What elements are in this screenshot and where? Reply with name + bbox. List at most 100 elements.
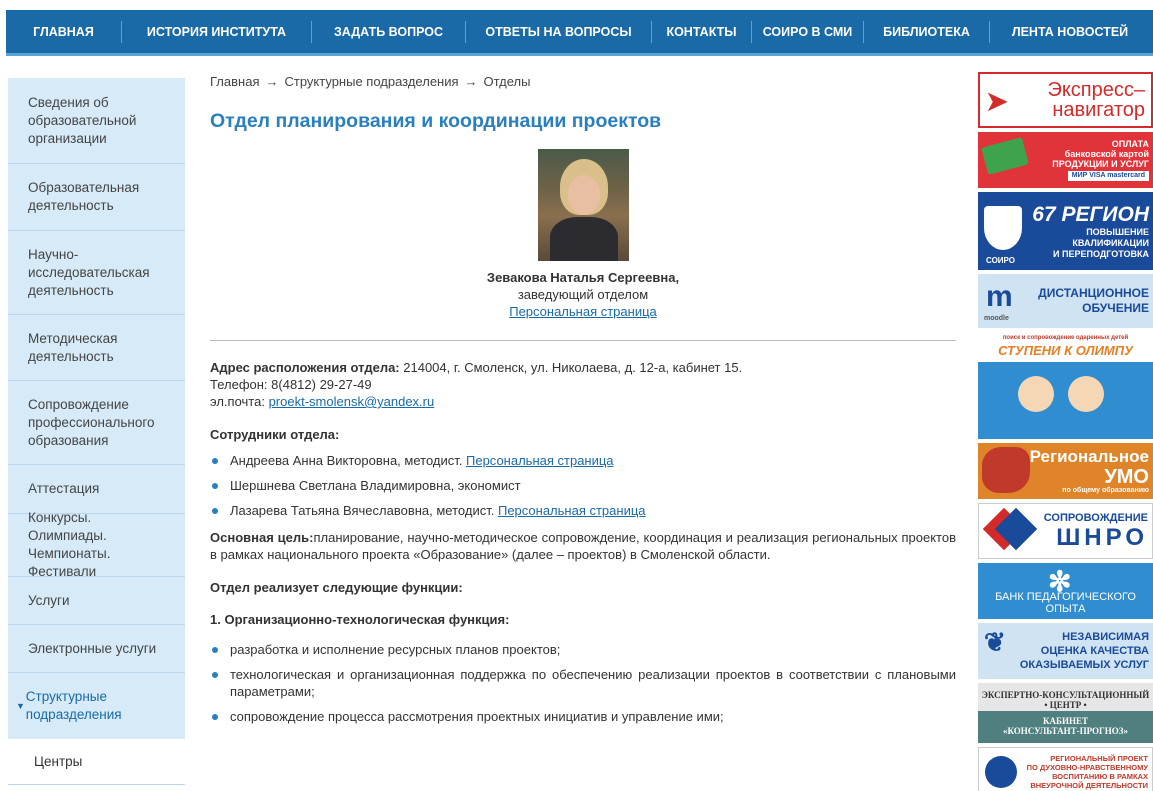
bank-card-icon: [981, 137, 1029, 175]
staff-member-text: Шершнева Светлана Владимировна, экономис…: [230, 478, 521, 493]
head-position: заведующий отделом: [517, 287, 649, 302]
main-content: Главная → Структурные подразделения → Отделы…: [210, 72, 956, 733]
banner-text: ОБУЧЕНИЕ: [1082, 301, 1149, 315]
banner-text: ЭКСПЕРТНО-КОНСУЛЬТАЦИОННЫЙ: [981, 690, 1150, 700]
banner-text: КАБИНЕТ: [1043, 716, 1088, 726]
shield-icon: [984, 206, 1022, 250]
banner-pedagogical-bank[interactable]: ✼ БАНК ПЕДАГОГИЧЕСКОГО ОПЫТА: [978, 563, 1153, 619]
sidebar-item-prof-support[interactable]: Сопровождение профессионального образова…: [8, 381, 185, 465]
banner-text: СТУПЕНИ К ОЛИМПУ: [998, 343, 1133, 358]
goal-paragraph: Основная цель:планирование, научно-метод…: [210, 529, 956, 563]
sidebar-item-attestation[interactable]: Аттестация: [8, 465, 185, 514]
banner-67-region[interactable]: 67 РЕГИОН ПОВЫШЕНИЕ КВАЛИФИКАЦИИ И ПЕРЕП…: [978, 192, 1153, 270]
address-label: Адрес расположения отдела:: [210, 360, 400, 375]
head-name: Зевакова Наталья Сергеевна,: [486, 270, 680, 285]
page-title: Отдел планирования и координации проекто…: [210, 110, 662, 132]
sidebar-subitem-label: Центры: [34, 754, 83, 769]
sidebar-item-research[interactable]: Научно-исследовательская деятельность: [8, 231, 185, 315]
nav-library[interactable]: БИБЛИОТЕКА: [864, 20, 990, 43]
banner-text: moodle: [984, 315, 1009, 322]
divider: [210, 340, 956, 341]
sidebar-item-e-services[interactable]: Электронные услуги: [8, 625, 185, 673]
banner-text: ОКАЗЫВАЕМЫХ УСЛУГ: [1019, 659, 1149, 671]
sidebar-item-services[interactable]: Услуги: [8, 577, 185, 625]
banner-text: 67 РЕГИОН: [1032, 202, 1149, 226]
moodle-icon: m: [986, 280, 1013, 313]
banner-text: И ПЕРЕПОДГОТОВКА: [1053, 248, 1149, 259]
banner-text: «КОНСУЛЬТАНТ-ПРОГНОЗ»: [1002, 726, 1129, 736]
nav-ask-question[interactable]: ЗАДАТЬ ВОПРОС: [312, 20, 466, 43]
head-personal-page-link[interactable]: Персональная страница: [509, 304, 657, 319]
staff-list: Андреева Анна Викторовна, методист. Перс…: [210, 452, 956, 519]
banner-express-navigator[interactable]: ➤ Экспресс– навигатор: [978, 72, 1153, 128]
map-icon: [982, 447, 1030, 493]
child-icon: [1018, 376, 1054, 412]
list-item: Андреева Анна Викторовна, методист. Перс…: [210, 452, 956, 469]
banner-text: Экспресс–: [1047, 79, 1145, 101]
staff-personal-page-link[interactable]: Персональная страница: [498, 503, 646, 518]
staff-personal-page-link[interactable]: Персональная страница: [466, 453, 614, 468]
nav-home[interactable]: ГЛАВНАЯ: [6, 20, 122, 43]
breadcrumb-separator: →: [265, 74, 279, 89]
banner-text: СОПРОВОЖДЕНИЕ: [1043, 512, 1148, 524]
email-label: эл.почта:: [210, 394, 269, 409]
banner-text: ПРОДУКЦИИ И УСЛУГ: [1052, 159, 1149, 169]
sidebar-item-label: Конкурсы. Олимпиады. Чемпионаты. Фестива…: [28, 510, 111, 579]
nav-contacts[interactable]: КОНТАКТЫ: [652, 20, 752, 43]
banner-text: НЕЗАВИСИМАЯ: [1062, 631, 1149, 643]
sidebar-item-education[interactable]: Образовательная деятельность: [8, 164, 185, 231]
banner-consulting-center[interactable]: ЭКСПЕРТНО-КОНСУЛЬТАЦИОННЫЙ • ЦЕНТР • КАБ…: [978, 683, 1153, 743]
banner-text: поиск и сопровождение одаренных детей: [1002, 335, 1129, 341]
sidebar-item-contests[interactable]: Конкурсы. Олимпиады. Чемпионаты. Фестива…: [8, 510, 185, 579]
list-item: Шершнева Светлана Владимировна, экономис…: [210, 477, 956, 494]
email-line: эл.почта: proekt-smolensk@yandex.ru: [210, 393, 956, 410]
top-navigation: ГЛАВНАЯ ИСТОРИЯ ИНСТИТУТА ЗАДАТЬ ВОПРОС …: [6, 10, 1153, 56]
nav-news-feed[interactable]: ЛЕНТА НОВОСТЕЙ: [990, 21, 1150, 43]
banner-text: по общему образованию: [1062, 487, 1149, 494]
nav-media[interactable]: СОИРО В СМИ: [752, 20, 864, 43]
banner-card-payment[interactable]: ОПЛАТА банковской картой ПРОДУКЦИИ И УСЛ…: [978, 132, 1153, 188]
staff-member-text: Лазарева Татьяна Вячеславовна, методист.: [230, 503, 495, 518]
banner-text: • ЦЕНТР •: [1044, 700, 1087, 710]
nav-history[interactable]: ИСТОРИЯ ИНСТИТУТА: [122, 20, 312, 43]
functions-heading: Отдел реализует следующие функции:: [210, 580, 463, 595]
child-icon: [1068, 376, 1104, 412]
function-text: разработка и исполнение ресурсных планов…: [230, 642, 561, 657]
banner-distance-learning[interactable]: m ДИСТАНЦИОННОЕ ОБУЧЕНИЕ moodle: [978, 274, 1153, 328]
head-photo: [537, 149, 629, 261]
nav-answers[interactable]: ОТВЕТЫ НА ВОПРОСЫ: [466, 20, 652, 43]
banner-text: ШНРО: [1056, 524, 1148, 551]
email-link[interactable]: proekt-smolensk@yandex.ru: [269, 394, 435, 409]
list-item: сопровождение процесса рассмотрения прое…: [210, 708, 956, 725]
banner-regional-umo[interactable]: Региональное УМО по общему образованию: [978, 443, 1153, 499]
arrow-icon: ➤: [986, 86, 1008, 116]
banner-shnro-support[interactable]: СОПРОВОЖДЕНИЕ ШНРО: [978, 503, 1153, 559]
sidebar-menu: Сведения об образовательной организации …: [8, 78, 185, 791]
sidebar-subitem-centers[interactable]: Центры: [8, 739, 185, 785]
functions-subheading: 1. Организационно-технологическая функци…: [210, 612, 510, 627]
banner-column: ➤ Экспресс– навигатор ОПЛАТА банковской …: [978, 72, 1153, 791]
breadcrumb-divisions[interactable]: Структурные подразделения: [284, 74, 458, 89]
banner-steps-to-olympus[interactable]: поиск и сопровождение одаренных детей СТ…: [978, 332, 1153, 439]
banner-text: навигатор: [1052, 99, 1145, 121]
sidebar-item-label: Сведения об образовательной организации: [28, 94, 137, 146]
list-item: Лазарева Татьяна Вячеславовна, методист.…: [210, 502, 956, 519]
address-line: Адрес расположения отдела: 214004, г. См…: [210, 359, 956, 376]
breadcrumb: Главная → Структурные подразделения → Отделы: [210, 72, 956, 92]
banner-text: ВОСПИТАНИЮ В РАМКАХ: [1052, 772, 1148, 781]
sidebar-item-methodical[interactable]: Методическая деятельность: [8, 315, 185, 381]
breadcrumb-current: Отделы: [483, 74, 531, 89]
functions-list: разработка и исполнение ресурсных планов…: [210, 641, 956, 725]
list-item: разработка и исполнение ресурсных планов…: [210, 641, 956, 658]
breadcrumb-separator: →: [464, 74, 478, 89]
banner-text: ОЦЕНКА КАЧЕСТВА: [1040, 645, 1149, 657]
banner-quality-assessment[interactable]: ❦ НЕЗАВИСИМАЯ ОЦЕНКА КАЧЕСТВА ОКАЗЫВАЕМЫ…: [978, 623, 1153, 679]
sidebar-item-label: Методическая деятельность: [28, 330, 118, 364]
banner-spiritual-project[interactable]: РЕГИОНАЛЬНЫЙ ПРОЕКТ ПО ДУХОВНО-НРАВСТВЕН…: [978, 747, 1153, 791]
list-item: технологическая и организационная поддер…: [210, 666, 956, 700]
breadcrumb-home[interactable]: Главная: [210, 74, 259, 89]
banner-text: ДИСТАНЦИОННОЕ: [1038, 286, 1149, 300]
sidebar-item-divisions[interactable]: ▼ Структурные подразделения: [8, 673, 185, 739]
sidebar-item-org-info[interactable]: Сведения об образовательной организации: [8, 78, 185, 164]
book-icon: ❦: [984, 627, 1006, 657]
